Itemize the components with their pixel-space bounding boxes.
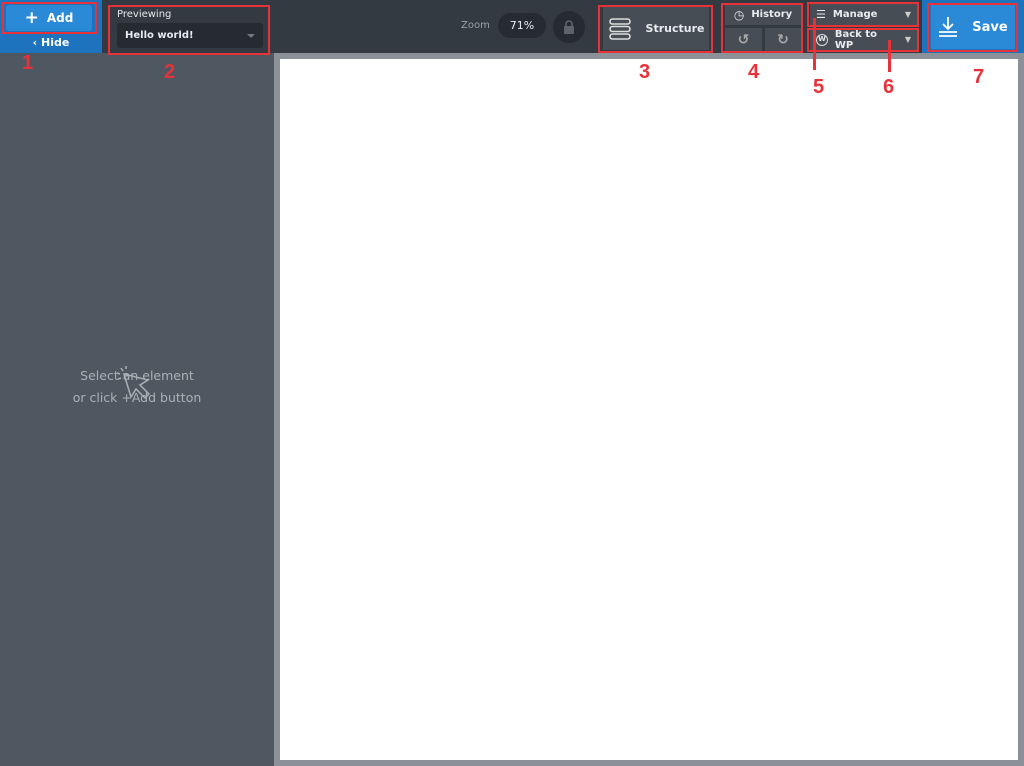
annotation-box-7 (927, 3, 1018, 52)
annotation-number-5: 5 (813, 76, 825, 98)
empty-line-2: or click +Add button (72, 390, 202, 405)
page-canvas[interactable] (280, 59, 1018, 760)
annotation-number-2: 2 (164, 61, 176, 83)
annotation-number-6: 6 (883, 76, 895, 98)
lock-icon (564, 20, 574, 34)
annotation-box-3 (598, 5, 713, 53)
zoom-label: Zoom (461, 20, 490, 31)
zoom-value[interactable]: 71% (498, 13, 546, 38)
annotation-box-6 (807, 28, 919, 52)
annotation-line-6 (888, 40, 891, 72)
annotation-box-2 (108, 5, 270, 55)
annotation-box-4 (721, 3, 803, 53)
annotation-number-4: 4 (748, 61, 760, 83)
annotation-line-5 (813, 18, 816, 70)
empty-state-message: Select an element or click +Add button (0, 365, 274, 409)
annotation-box-1 (2, 2, 97, 34)
annotation-number-3: 3 (639, 61, 651, 83)
empty-line-1: Select an element (80, 368, 194, 383)
annotation-box-5 (807, 2, 919, 27)
hide-label: Hide (41, 36, 70, 49)
annotation-number-1: 1 (22, 52, 34, 74)
lock-button[interactable] (553, 11, 585, 43)
annotation-number-7: 7 (973, 66, 985, 88)
chevron-left-icon: ‹ (32, 36, 42, 49)
hide-panel-button[interactable]: ‹ Hide (0, 36, 102, 49)
